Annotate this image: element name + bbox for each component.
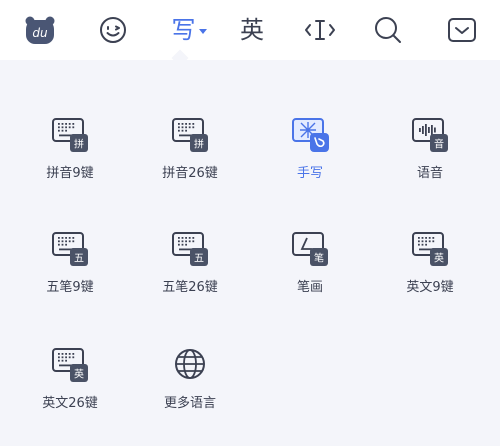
english-mode-label: 英 <box>240 16 264 44</box>
search-icon[interactable] <box>370 12 406 48</box>
voice-icon: 音 <box>410 114 450 154</box>
keyboard-icon: 五 <box>170 228 210 268</box>
handwrite-mode-tab[interactable]: 写 <box>165 12 213 48</box>
logo-text: du <box>32 26 48 40</box>
keyboard-option-label: 拼音9键 <box>46 166 94 181</box>
collapse-keyboard-icon[interactable] <box>444 12 480 48</box>
badge-text: 五 <box>194 254 204 265</box>
stroke-icon: 笔 <box>290 228 330 268</box>
dropdown-caret-icon <box>198 28 207 34</box>
keyboard-icon: 英 <box>50 344 90 384</box>
badge-text: 拼 <box>74 138 84 151</box>
keyboard-option[interactable]: 更多语言 <box>140 344 240 424</box>
cursor-move-icon[interactable] <box>302 12 338 48</box>
keyboard-option-label: 英文26键 <box>42 396 98 411</box>
paw-logo-icon[interactable]: du <box>22 12 58 48</box>
smiley-icon[interactable] <box>95 12 131 48</box>
keyboard-option-label: 笔画 <box>296 280 323 295</box>
keyboard-option-label: 五笔26键 <box>162 280 218 295</box>
badge-text: 笔 <box>314 252 324 265</box>
keyboard-option-label: 五笔9键 <box>46 280 94 295</box>
keyboard-option-label: 拼音26键 <box>162 166 218 181</box>
keyboard-option-label: 更多语言 <box>163 396 216 411</box>
badge-text: 拼 <box>194 138 204 151</box>
badge-text: 五 <box>74 254 84 265</box>
keyboard-option-label: 英文9键 <box>406 280 454 295</box>
english-mode-button[interactable]: 英 <box>236 12 268 48</box>
keyboard-icon: 英 <box>410 228 450 268</box>
globe-icon <box>170 344 210 384</box>
badge-text: 英 <box>74 368 84 381</box>
keyboard-option[interactable]: 拼拼音26键 <box>140 114 240 194</box>
keyboard-option[interactable]: 笔笔画 <box>260 228 360 308</box>
keyboard-option-label: 语音 <box>416 166 443 181</box>
keyboard-option[interactable]: 音语音 <box>380 114 480 194</box>
keyboard-option[interactable]: 五五笔26键 <box>140 228 240 308</box>
keyboard-option[interactable]: 五五笔9键 <box>20 228 120 308</box>
keyboard-icon: 拼 <box>50 114 90 154</box>
keyboard-option[interactable]: 英英文9键 <box>380 228 480 308</box>
handwrite-mode-label: 写 <box>171 16 196 44</box>
keyboard-option[interactable]: 英英文26键 <box>20 344 120 424</box>
keyboard-option-label: 手写 <box>296 166 323 181</box>
badge-text: 音 <box>434 138 444 151</box>
keyboard-icon: 五 <box>50 228 90 268</box>
keyboard-icon: 拼 <box>170 114 210 154</box>
handwriting-icon <box>290 114 330 154</box>
toolbar: du 写 英 <box>0 0 500 60</box>
badge-text: 英 <box>434 252 444 265</box>
keyboard-option[interactable]: 手写 <box>260 114 360 194</box>
keyboard-option[interactable]: 拼拼音9键 <box>20 114 120 194</box>
